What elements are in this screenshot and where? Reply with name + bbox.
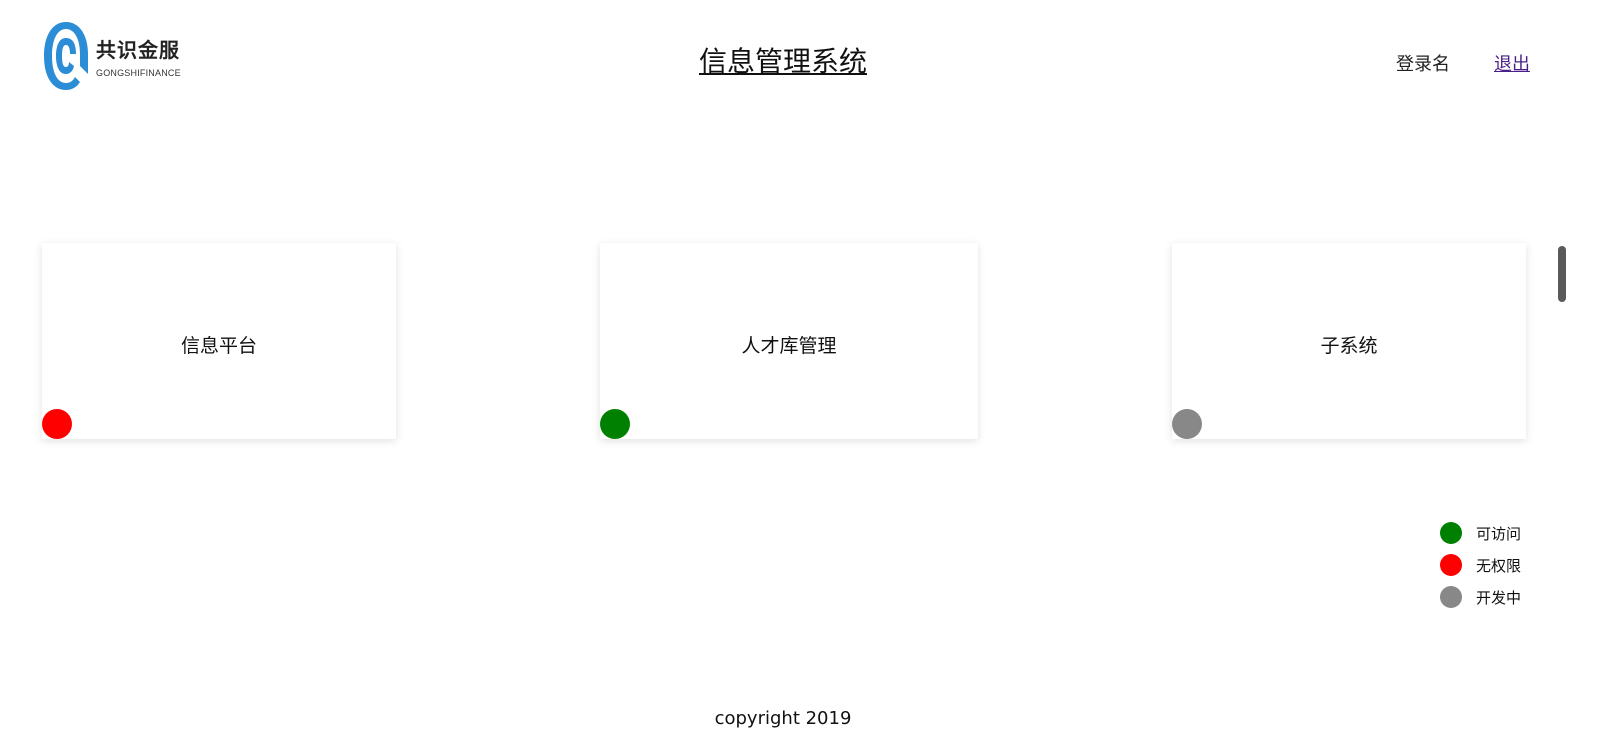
page-title[interactable]: 信息管理系统: [0, 40, 1566, 80]
legend-dot-red: [1440, 554, 1462, 576]
status-legend: 可访问 无权限 开发中: [1440, 517, 1540, 613]
card-label: 人才库管理: [741, 335, 837, 357]
system-card-talent-management[interactable]: 人才库管理: [600, 243, 978, 439]
legend-label: 无权限: [1476, 556, 1522, 575]
status-dot-accessible: [600, 409, 630, 439]
legend-item-no-permission: 无权限: [1440, 549, 1540, 581]
system-card-subsystem[interactable]: 子系统: [1172, 243, 1526, 439]
card-label: 子系统: [1320, 335, 1378, 357]
card-label: 信息平台: [180, 335, 257, 357]
username-label: 登录名: [1396, 54, 1450, 75]
header: 共识金服 GONGSHIFINANCE 信息管理系统 登录名 退出: [0, 0, 1600, 120]
legend-dot-green: [1440, 522, 1462, 544]
scrollbar-thumb[interactable]: [1558, 246, 1566, 302]
page: 共识金服 GONGSHIFINANCE 信息管理系统 登录名 退出 信息平台 人…: [0, 0, 1600, 756]
legend-dot-gray: [1440, 586, 1462, 608]
logout-link[interactable]: 退出: [1494, 50, 1530, 76]
status-dot-no-permission: [42, 409, 72, 439]
status-dot-in-development: [1172, 409, 1202, 439]
system-card-info-platform[interactable]: 信息平台: [42, 243, 396, 439]
legend-item-in-development: 开发中: [1440, 581, 1540, 613]
legend-item-accessible: 可访问: [1440, 517, 1540, 549]
copyright-footer: copyright 2019: [714, 708, 852, 729]
legend-label: 可访问: [1476, 524, 1522, 543]
legend-label: 开发中: [1476, 588, 1522, 607]
